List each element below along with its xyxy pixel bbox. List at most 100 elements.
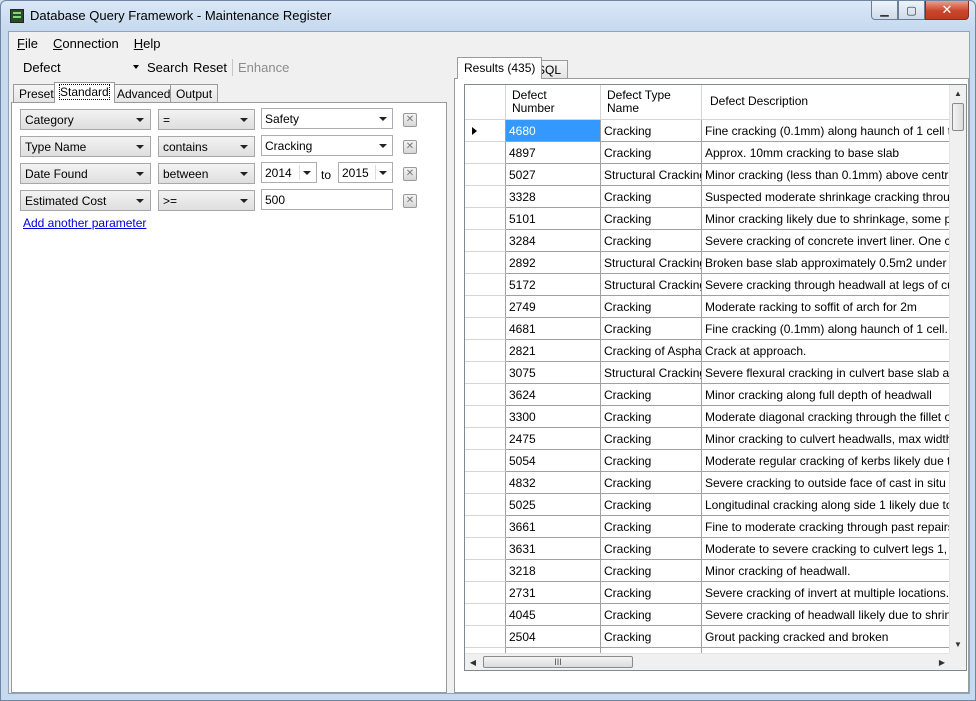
- row-header[interactable]: [465, 164, 506, 186]
- cell-defect-type[interactable]: Structural Cracking: [601, 252, 702, 274]
- cell-defect-type[interactable]: Cracking: [601, 626, 702, 648]
- table-row[interactable]: 4681 Cracking Fine cracking (0.1mm) along …: [465, 318, 966, 340]
- cell-defect-number[interactable]: 2504: [506, 626, 601, 648]
- menu-help[interactable]: Help: [126, 32, 168, 54]
- table-row[interactable]: 2892 Structural Cracking Broken base slab …: [465, 252, 966, 274]
- row-header[interactable]: [465, 516, 506, 538]
- scroll-thumb[interactable]: [952, 103, 964, 131]
- search-button[interactable]: Search: [147, 60, 188, 75]
- scroll-down-icon[interactable]: ▼: [950, 636, 966, 653]
- row-header[interactable]: [465, 274, 506, 296]
- cell-defect-type[interactable]: Structural Cracking: [601, 164, 702, 186]
- cell-defect-type[interactable]: Cracking: [601, 450, 702, 472]
- vertical-scrollbar[interactable]: ▲ ▼: [949, 85, 966, 653]
- cell-defect-description[interactable]: Suspected moderate shrinkage cracking th…: [702, 186, 953, 208]
- cell-defect-description[interactable]: Approx. 10mm cracking to base slab: [702, 142, 953, 164]
- cell-defect-number[interactable]: 3624: [506, 384, 601, 406]
- table-row[interactable]: 3661 Cracking Fine to moderate cracking th…: [465, 516, 966, 538]
- tab-advanced[interactable]: Advanced: [111, 84, 177, 102]
- param-field-dropdown[interactable]: Category: [20, 109, 151, 130]
- table-row[interactable]: 2749 Cracking Moderate racking to soffit o…: [465, 296, 966, 318]
- table-row[interactable]: 5027 Structural Cracking Minor cracking (l…: [465, 164, 966, 186]
- table-row[interactable]: 3284 Cracking Severe cracking of concrete …: [465, 230, 966, 252]
- cell-defect-type[interactable]: Cracking: [601, 296, 702, 318]
- cell-defect-number[interactable]: 3300: [506, 406, 601, 428]
- table-row[interactable]: 5172 Structural Cracking Severe cracking t…: [465, 274, 966, 296]
- cell-defect-description[interactable]: Minor cracking of headwall.: [702, 560, 953, 582]
- cell-defect-description[interactable]: Moderate racking to soffit of arch for 2…: [702, 296, 953, 318]
- cell-defect-number[interactable]: 5172: [506, 274, 601, 296]
- row-header[interactable]: [465, 626, 506, 648]
- cell-defect-type[interactable]: Cracking: [601, 208, 702, 230]
- cell-defect-type[interactable]: Cracking: [601, 406, 702, 428]
- cell-defect-type[interactable]: Cracking: [601, 538, 702, 560]
- row-header[interactable]: [465, 318, 506, 340]
- table-row[interactable]: 5025 Cracking Longitudinal cracking along …: [465, 494, 966, 516]
- remove-parameter-button[interactable]: ✕: [403, 113, 417, 127]
- cell-defect-description[interactable]: Minor cracking likely due to shrinkage, …: [702, 208, 953, 230]
- scroll-left-icon[interactable]: ◀: [465, 654, 481, 670]
- cell-defect-description[interactable]: Fine to moderate cracking through past r…: [702, 516, 953, 538]
- cell-defect-number[interactable]: 2749: [506, 296, 601, 318]
- cell-defect-type[interactable]: Cracking: [601, 230, 702, 252]
- date-from-dropdown[interactable]: 2014: [261, 162, 317, 183]
- row-header[interactable]: [465, 538, 506, 560]
- cell-defect-type[interactable]: Structural Cracking: [601, 274, 702, 296]
- cell-defect-description[interactable]: Minor cracking along full depth of headw…: [702, 384, 953, 406]
- cell-defect-description[interactable]: Grout packing cracked and broken: [702, 626, 953, 648]
- remove-parameter-button[interactable]: ✕: [403, 140, 417, 154]
- cell-defect-description[interactable]: Fine cracking (0.1mm) along haunch of 1 …: [702, 318, 953, 340]
- table-row[interactable]: 4045 Cracking Severe cracking of headwall …: [465, 604, 966, 626]
- scroll-right-icon[interactable]: ▶: [934, 654, 950, 670]
- cell-defect-number[interactable]: 2821: [506, 340, 601, 362]
- cell-defect-number[interactable]: 3328: [506, 186, 601, 208]
- row-header[interactable]: [465, 582, 506, 604]
- cell-defect-number[interactable]: 2892: [506, 252, 601, 274]
- tab-standard[interactable]: Standard: [54, 82, 115, 103]
- cell-defect-type[interactable]: Cracking: [601, 516, 702, 538]
- cell-defect-description[interactable]: Moderate to severe cracking to culvert l…: [702, 538, 953, 560]
- horizontal-scrollbar[interactable]: ◀ III ▶: [465, 653, 950, 670]
- remove-parameter-button[interactable]: ✕: [403, 194, 417, 208]
- remove-parameter-button[interactable]: ✕: [403, 167, 417, 181]
- param-field-dropdown[interactable]: Type Name: [20, 136, 151, 157]
- cell-defect-description[interactable]: Broken base slab approximately 0.5m2 und…: [702, 252, 953, 274]
- cell-defect-number[interactable]: 4681: [506, 318, 601, 340]
- row-header[interactable]: [465, 406, 506, 428]
- reset-button[interactable]: Reset: [193, 60, 227, 75]
- cell-defect-number[interactable]: 5025: [506, 494, 601, 516]
- cell-defect-number[interactable]: 3631: [506, 538, 601, 560]
- cell-defect-number[interactable]: 2475: [506, 428, 601, 450]
- param-value-dropdown[interactable]: Cracking: [261, 135, 393, 156]
- cell-defect-type[interactable]: Cracking of Asphalt: [601, 340, 702, 362]
- tab-preset[interactable]: Preset: [13, 84, 60, 102]
- cell-defect-type[interactable]: Cracking: [601, 120, 702, 142]
- cell-defect-description[interactable]: Minor cracking (less than 0.1mm) above c…: [702, 164, 953, 186]
- row-header[interactable]: [465, 340, 506, 362]
- table-row[interactable]: 5101 Cracking Minor cracking likely due to…: [465, 208, 966, 230]
- maximize-button[interactable]: ▢: [898, 1, 925, 20]
- param-field-dropdown[interactable]: Estimated Cost: [20, 190, 151, 211]
- table-row[interactable]: 2475 Cracking Minor cracking to culvert he…: [465, 428, 966, 450]
- cell-defect-description[interactable]: Severe cracking to outside face of cast …: [702, 472, 953, 494]
- cell-defect-type[interactable]: Structural Cracking: [601, 362, 702, 384]
- table-row[interactable]: 3631 Cracking Moderate to severe cracking …: [465, 538, 966, 560]
- row-header[interactable]: [465, 296, 506, 318]
- param-operator-dropdown[interactable]: >=: [158, 190, 255, 211]
- cell-defect-description[interactable]: Minor cracking to culvert headwalls, max…: [702, 428, 953, 450]
- row-header[interactable]: [465, 604, 506, 626]
- row-header[interactable]: [465, 494, 506, 516]
- table-row[interactable]: 3624 Cracking Minor cracking along full de…: [465, 384, 966, 406]
- cell-defect-number[interactable]: 5027: [506, 164, 601, 186]
- cell-defect-type[interactable]: Cracking: [601, 472, 702, 494]
- row-header[interactable]: [465, 252, 506, 274]
- cell-defect-type[interactable]: Cracking: [601, 142, 702, 164]
- query-type-dropdown[interactable]: Defect: [17, 58, 141, 78]
- scroll-up-icon[interactable]: ▲: [950, 85, 966, 102]
- param-value-input[interactable]: 500: [261, 189, 393, 210]
- table-row[interactable]: 5054 Cracking Moderate regular cracking of…: [465, 450, 966, 472]
- tab-output[interactable]: Output: [170, 84, 219, 102]
- add-parameter-link[interactable]: Add another parameter: [23, 216, 146, 230]
- column-header-defect-type[interactable]: Defect Type Name: [601, 85, 702, 120]
- cell-defect-number[interactable]: 2731: [506, 582, 601, 604]
